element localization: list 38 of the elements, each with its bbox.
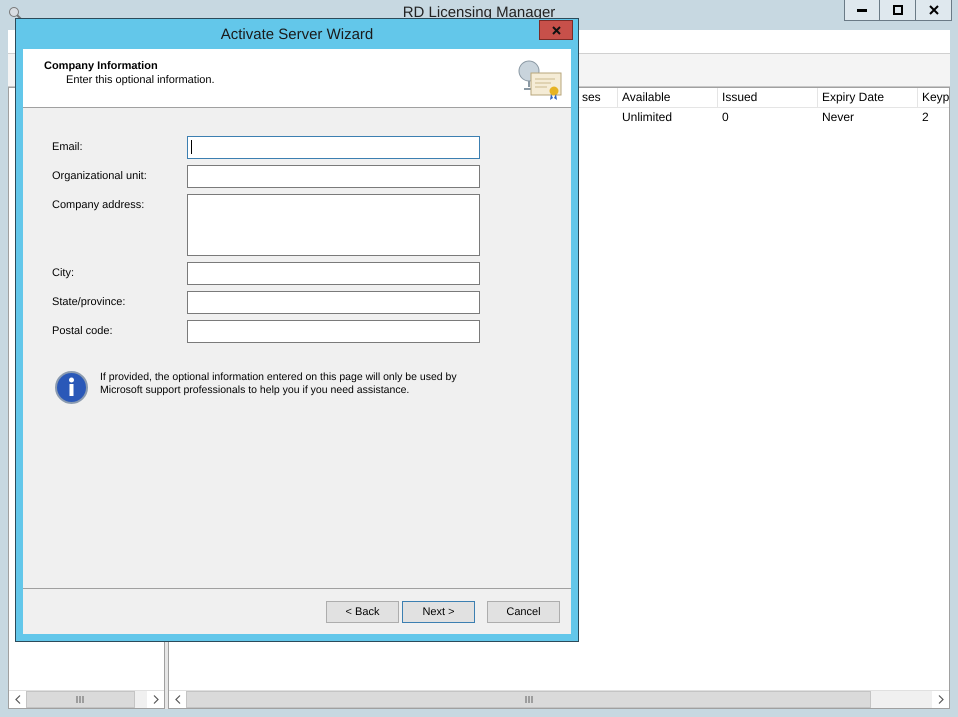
minimize-button[interactable]: [844, 0, 880, 21]
column-header[interactable]: Expiry Date: [817, 88, 917, 107]
column-header[interactable]: Available: [617, 88, 717, 107]
input-field[interactable]: [187, 136, 480, 159]
column-header[interactable]: Keyp: [917, 88, 949, 107]
input-field[interactable]: [187, 165, 480, 188]
close-button[interactable]: [916, 0, 952, 21]
field-label: Email:: [52, 140, 84, 155]
info-text: If provided, the optional information entered on this page will only be used by Microsoft support professionals to help you if you need assistance.: [100, 371, 458, 398]
input-field[interactable]: [187, 262, 480, 285]
input-field[interactable]: [187, 291, 480, 314]
field-label: Organizational unit:: [52, 169, 148, 184]
field-label: Company address:: [52, 198, 146, 213]
column-header[interactable]: Issued: [717, 88, 817, 107]
grip-icon: [76, 696, 84, 703]
field-label: Postal code:: [52, 324, 114, 339]
table-cell-text: 0: [721, 109, 730, 126]
wizard-button[interactable]: Next >: [402, 600, 475, 622]
page-heading: Company Information: [44, 60, 159, 72]
input-field[interactable]: [187, 320, 480, 343]
table-cell-text: 2: [921, 109, 930, 126]
dialog-title: Activate Server Wizard: [220, 26, 374, 42]
wizard-button[interactable]: Cancel: [487, 600, 560, 622]
page-subheading: Enter this optional information.: [65, 74, 215, 86]
wizard-button[interactable]: < Back: [326, 600, 399, 622]
table-cell-text: Unlimited: [621, 109, 674, 126]
close-icon: [928, 5, 938, 15]
field-label: State/province:: [52, 295, 126, 310]
close-icon: [552, 26, 560, 34]
table-cell-text: Never: [821, 109, 856, 126]
info-icon: [55, 371, 88, 404]
text-area[interactable]: [187, 194, 480, 256]
window-title: RD Licensing Manager: [402, 4, 556, 21]
maximize-button[interactable]: [880, 0, 916, 21]
maximize-icon: [892, 5, 902, 15]
grip-icon: [524, 696, 533, 703]
field-label: City:: [52, 266, 75, 281]
minimize-icon: [857, 8, 867, 12]
